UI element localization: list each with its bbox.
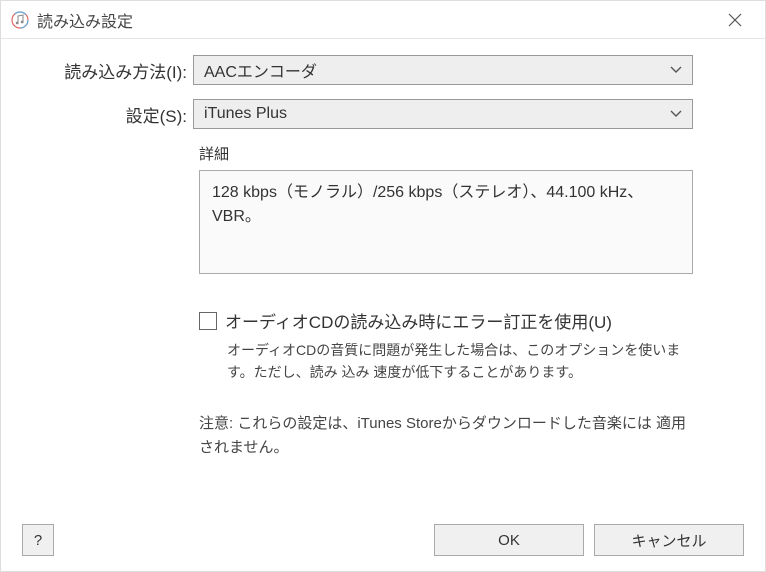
- ok-button[interactable]: OK: [434, 524, 584, 556]
- import-method-dropdown[interactable]: AACエンコーダ: [193, 55, 693, 85]
- cancel-button[interactable]: キャンセル: [594, 524, 744, 556]
- button-bar: ? OK キャンセル: [0, 524, 766, 556]
- chevron-down-icon: [670, 61, 682, 79]
- import-method-label: 読み込み方法(I):: [23, 58, 193, 83]
- error-correction-checkbox[interactable]: [199, 312, 217, 330]
- error-correction-description: オーディオCDの音質に問題が発生した場合は、このオプションを使います。ただし、読…: [227, 339, 693, 384]
- help-button[interactable]: ?: [22, 524, 54, 556]
- setting-label: 設定(S):: [23, 102, 193, 127]
- details-box: 128 kbps（モノラル）/256 kbps（ステレオ）、44.100 kHz…: [199, 170, 693, 274]
- setting-dropdown[interactable]: iTunes Plus: [193, 99, 693, 129]
- app-icon: [11, 11, 29, 29]
- error-correction-label: オーディオCDの読み込み時にエラー訂正を使用(U): [225, 308, 612, 333]
- note-text: 注意: これらの設定は、iTunes Storeからダウンロードした音楽には 適…: [199, 412, 693, 460]
- details-label: 詳細: [199, 143, 693, 164]
- import-method-value: AACエンコーダ: [204, 58, 317, 82]
- chevron-down-icon: [670, 105, 682, 123]
- window-title: 読み込み設定: [37, 8, 715, 32]
- details-text: 128 kbps（モノラル）/256 kbps（ステレオ）、44.100 kHz…: [212, 184, 643, 225]
- setting-value: iTunes Plus: [204, 105, 287, 123]
- title-bar: 読み込み設定: [1, 1, 765, 39]
- close-button[interactable]: [715, 5, 755, 35]
